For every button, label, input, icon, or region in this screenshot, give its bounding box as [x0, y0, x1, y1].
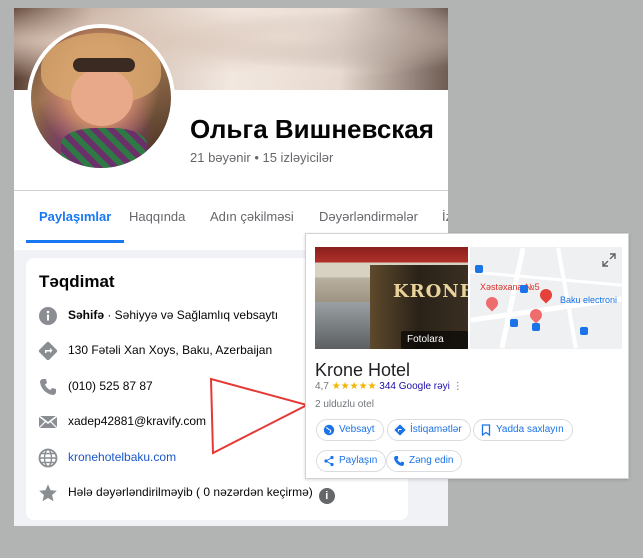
rating-stars: ★★★★★ [331, 381, 377, 392]
business-category: 2 ulduzlu otel [315, 399, 374, 410]
hotel-sign: KRONE [393, 281, 468, 302]
globe-icon [323, 424, 335, 436]
location-pin-icon [537, 286, 555, 304]
hotel-photo[interactable]: KRONE Fotolara baxın [315, 247, 468, 349]
info-icon[interactable]: i [318, 488, 335, 504]
bus-stop-icon [520, 285, 528, 293]
share-icon [324, 455, 334, 467]
bus-stop-icon [580, 327, 588, 335]
intro-title: Təqdimat [39, 272, 115, 291]
map-label-place: Baku electroni [560, 295, 618, 305]
avatar[interactable] [27, 24, 175, 172]
bus-stop-icon [532, 323, 540, 331]
map-label-hospital: Xəstəxana №5 [480, 282, 540, 292]
tab-posts[interactable]: Paylaşımlar [25, 191, 125, 243]
tab-mentions[interactable]: Adın çəkilməsi [210, 191, 294, 243]
call-button[interactable]: Zəng edin [386, 450, 463, 472]
website-button-label: Vebsayt [339, 424, 375, 435]
directions-button[interactable]: İstiqamətlər [387, 419, 471, 441]
reviews-link[interactable]: 344 Google rəyi [379, 381, 450, 392]
email-icon [38, 415, 58, 429]
star-icon [39, 484, 57, 502]
view-photos-button[interactable]: Fotolara baxın [401, 331, 468, 349]
rating-value: 4,7 [315, 381, 329, 392]
save-button[interactable]: Yadda saxlayın [473, 419, 573, 441]
website-link[interactable]: kronehotelbaku.com [68, 450, 176, 464]
page-category: · Səhiyyə və Sağlamlıq vebsaytı [104, 308, 279, 322]
email-text: xadep42881@kravify.com [68, 414, 207, 428]
save-button-label: Yadda saxlayın [496, 424, 564, 435]
rating-summary: 4,7 ★★★★★ 344 Google rəyi ⋮ [315, 381, 463, 392]
phone-text: (010) 525 87 87 [68, 379, 153, 393]
red-arrow-annotation [209, 377, 310, 455]
info-icon [39, 307, 57, 325]
share-button-label: Paylaşın [339, 455, 378, 466]
directions-button-label: İstiqamətlər [410, 424, 462, 435]
rating-row: Hələ dəyərləndirilməyib ( 0 nəzərdən keç… [38, 482, 408, 504]
directions-icon [394, 424, 406, 436]
phone-icon [40, 379, 56, 395]
globe-icon [38, 448, 58, 468]
bus-stop-icon [475, 265, 483, 273]
more-options-icon[interactable]: ⋮ [453, 381, 463, 392]
share-button[interactable]: Paylaşın [316, 450, 387, 472]
hospital-icon [483, 294, 501, 312]
call-button-label: Zəng edin [409, 455, 454, 466]
bus-stop-icon [510, 319, 518, 327]
directions-icon [38, 341, 58, 361]
page-type-label: Səhifə [68, 308, 105, 322]
map-thumbnail[interactable]: Xəstəxana №5 Baku electroni [470, 247, 622, 349]
tab-about[interactable]: Haqqında [129, 191, 185, 243]
business-name: Krone Hotel [315, 360, 411, 380]
phone-icon [394, 456, 404, 466]
address-text: 130 Fətəli Xan Xoys, Baku, Azerbaijan [68, 343, 273, 357]
bookmark-icon [481, 424, 491, 436]
website-button[interactable]: Vebsayt [316, 419, 384, 441]
expand-icon[interactable] [602, 253, 616, 267]
page-title: Ольга Вишневская [190, 114, 434, 144]
rating-note: Hələ dəyərləndirilməyib ( 0 nəzərdən keç… [68, 485, 313, 499]
follower-stats[interactable]: 21 bəyənir • 15 izləyicilər [190, 150, 333, 165]
google-business-panel: KRONE Fotolara baxın Xəstəxana №5 Baku e… [305, 233, 629, 479]
